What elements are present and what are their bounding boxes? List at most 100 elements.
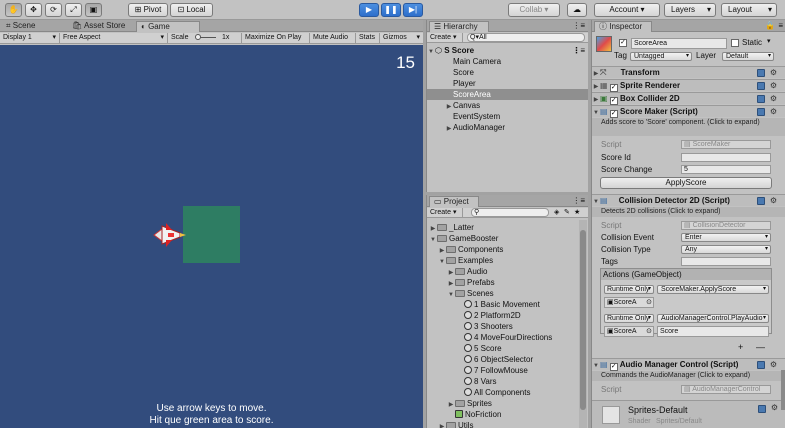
project-item[interactable]: NoFriction xyxy=(427,409,578,420)
help-book-icon[interactable] xyxy=(757,197,765,205)
component-enabled-checkbox[interactable]: ✓ xyxy=(609,84,618,92)
mute-audio-toggle[interactable]: Mute Audio xyxy=(310,33,356,43)
layout-dropdown[interactable]: Layout ▾ xyxy=(721,3,777,17)
project-item[interactable]: ▶ Audio xyxy=(427,266,578,277)
object-picker-icon[interactable]: ⊙ xyxy=(646,298,652,307)
project-scrollbar[interactable] xyxy=(579,220,587,428)
project-item[interactable]: 8 Vars xyxy=(427,376,578,387)
object-field[interactable]: ▣ScoreA ⊙ xyxy=(604,326,654,337)
score-maker-description[interactable]: Adds score to 'Score' component. (Click … xyxy=(592,118,785,136)
pivot-button[interactable]: ⊞ Pivot xyxy=(128,3,168,17)
box-collider-component-header[interactable]: ▶ ▣ ✓ Box Collider 2D ⚙ xyxy=(592,92,785,105)
hierarchy-item[interactable]: ▶ AudioManager xyxy=(427,122,588,133)
hierarchy-create-dropdown[interactable]: Create ▾ xyxy=(427,33,463,43)
expand-arrow-icon[interactable]: ▶ xyxy=(438,422,446,428)
hierarchy-item[interactable]: Score xyxy=(427,67,588,78)
add-event-button[interactable]: + xyxy=(738,342,743,352)
hand-tool-icon[interactable]: ✋ xyxy=(5,3,22,17)
project-create-dropdown[interactable]: Create ▾ xyxy=(427,208,463,218)
collision-type-dropdown[interactable]: Any xyxy=(681,245,771,254)
object-name-input[interactable]: ScoreArea xyxy=(631,38,727,49)
rect-tool-icon[interactable]: ▣ xyxy=(85,3,102,17)
score-id-input[interactable] xyxy=(681,153,771,162)
expand-arrow-icon[interactable]: ▶ xyxy=(445,124,453,135)
chevron-down-icon[interactable]: ▾ xyxy=(767,37,771,45)
help-book-icon[interactable] xyxy=(757,361,765,369)
sprite-renderer-component-header[interactable]: ▶ ▦ ✓ Sprite Renderer ⚙ xyxy=(592,79,785,92)
hierarchy-item[interactable]: Player xyxy=(427,78,588,89)
pause-button[interactable]: ❚❚ xyxy=(381,3,401,17)
component-enabled-checkbox[interactable]: ✓ xyxy=(609,97,618,105)
project-item[interactable]: ▶ Utils xyxy=(427,420,578,428)
project-item[interactable]: ▼ GameBooster xyxy=(427,233,578,244)
gear-icon[interactable]: ⚙ xyxy=(770,106,777,117)
function-dropdown[interactable]: AudioManagerControl.PlayAudio xyxy=(657,314,769,323)
hierarchy-search-input[interactable]: Q▾All xyxy=(467,33,585,42)
display-dropdown[interactable]: Display 1 ▾ xyxy=(0,33,60,43)
project-item[interactable]: 4 MoveFourDirections xyxy=(427,332,578,343)
audio-manager-description[interactable]: Commands the AudioManager (Click to expa… xyxy=(592,371,785,381)
project-item[interactable]: 1 Basic Movement xyxy=(427,299,578,310)
help-book-icon[interactable] xyxy=(757,95,765,103)
project-item[interactable]: 3 Shooters xyxy=(427,321,578,332)
aspect-dropdown[interactable]: Free Aspect ▾ xyxy=(60,33,168,43)
project-scrollbar-thumb[interactable] xyxy=(580,230,586,410)
hierarchy-item[interactable]: ▶ Canvas xyxy=(427,100,588,111)
project-item[interactable]: ▼ Examples xyxy=(427,255,578,266)
gear-icon[interactable]: ⚙ xyxy=(770,80,777,91)
panel-menu-icon[interactable]: ⋮≡ xyxy=(572,21,585,30)
tag-dropdown[interactable]: Untagged xyxy=(630,52,692,61)
scale-slider-handle[interactable] xyxy=(195,34,201,40)
scale-tool-icon[interactable]: ⤢ xyxy=(65,3,82,17)
help-book-icon[interactable] xyxy=(757,69,765,77)
tab-scene[interactable]: ⌗ Scene xyxy=(2,21,39,32)
help-book-icon[interactable] xyxy=(757,82,765,90)
tab-hierarchy[interactable]: ☰ Hierarchy xyxy=(429,21,489,32)
scale-control[interactable]: Scale 1x xyxy=(168,33,242,43)
gizmos-dropdown[interactable]: Gizmos ▾ xyxy=(380,33,423,43)
tab-game[interactable]: ◐ Game xyxy=(136,21,200,32)
hierarchy-item[interactable]: ScoreArea xyxy=(427,89,588,100)
audio-manager-component-header[interactable]: ▼▤ ✓ Audio Manager Control (Script) ⚙ xyxy=(592,358,785,371)
apply-score-button[interactable]: ApplyScore xyxy=(600,177,772,189)
account-dropdown[interactable]: Account ▾ xyxy=(594,3,660,17)
hierarchy-item[interactable]: Main Camera xyxy=(427,56,588,67)
project-item[interactable]: ▶ Prefabs xyxy=(427,277,578,288)
static-checkbox[interactable] xyxy=(731,39,739,47)
stats-toggle[interactable]: Stats xyxy=(356,33,380,43)
gear-icon[interactable]: ⚙ xyxy=(770,67,777,78)
gear-icon[interactable]: ⚙ xyxy=(770,93,777,104)
project-item[interactable]: ▼ Scenes xyxy=(427,288,578,299)
object-picker-icon[interactable]: ⊙ xyxy=(646,327,652,336)
lock-icon[interactable]: 🔒 xyxy=(765,21,775,30)
filter-type-icon[interactable]: ◈ xyxy=(554,208,559,217)
remove-event-button[interactable]: — xyxy=(756,342,765,352)
tags-input[interactable] xyxy=(681,257,771,266)
transform-component-header[interactable]: ▶ ⤧ Transform ⚙ xyxy=(592,66,785,78)
tab-project[interactable]: ▭ Project xyxy=(429,196,479,207)
project-item[interactable]: 5 Score xyxy=(427,343,578,354)
project-item[interactable]: ▶ Sprites xyxy=(427,398,578,409)
filter-label-icon[interactable]: ✎ xyxy=(564,208,570,217)
panel-menu-icon[interactable]: ⋮≡ xyxy=(572,196,585,205)
local-button[interactable]: ⊡ Local xyxy=(170,3,213,17)
argument-input[interactable]: Score xyxy=(657,326,769,337)
help-book-icon[interactable] xyxy=(757,108,765,116)
collision-detector-component-header[interactable]: ▼▤ Collision Detector 2D (Script) ⚙ xyxy=(592,194,785,206)
runtime-dropdown[interactable]: Runtime Only xyxy=(604,285,654,294)
component-enabled-checkbox[interactable]: ✓ xyxy=(609,363,618,371)
move-tool-icon[interactable]: ✥ xyxy=(25,3,42,17)
scene-menu-icon[interactable]: ⋮≡ xyxy=(572,45,585,56)
component-enabled-checkbox[interactable]: ✓ xyxy=(609,110,618,118)
project-item[interactable]: 6 ObjectSelector xyxy=(427,354,578,365)
tab-inspector[interactable]: ⓘ Inspector xyxy=(594,21,652,32)
collision-event-dropdown[interactable]: Enter xyxy=(681,233,771,242)
help-book-icon[interactable] xyxy=(758,405,766,413)
gear-icon[interactable]: ⚙ xyxy=(771,403,778,412)
panel-menu-icon[interactable]: ≡ xyxy=(778,21,783,30)
project-item[interactable]: 7 FollowMouse xyxy=(427,365,578,376)
maximize-on-play-toggle[interactable]: Maximize On Play xyxy=(242,33,310,43)
starred-icon[interactable]: ★ xyxy=(574,208,580,217)
scene-header[interactable]: ▼⬡ S Score ⋮≡ xyxy=(427,45,588,56)
play-button[interactable]: ▶ xyxy=(359,3,379,17)
